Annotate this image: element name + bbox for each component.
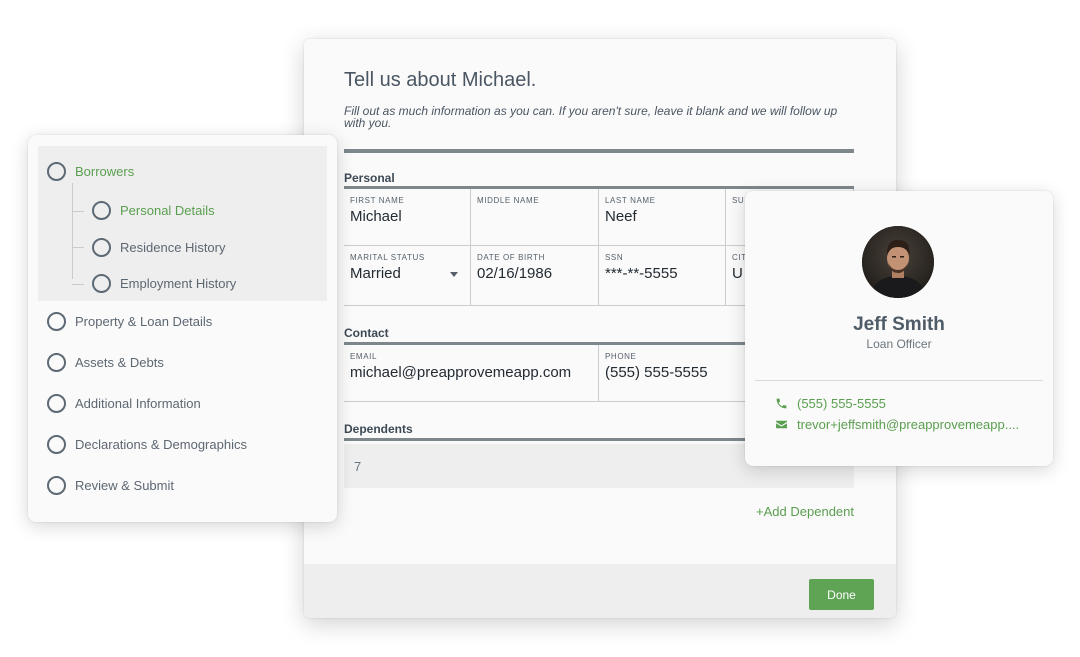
first-name-field[interactable]: First Name Michael: [344, 189, 471, 246]
phone-label: Phone: [605, 352, 637, 361]
first-name-value: Michael: [350, 208, 402, 225]
ssn-value: ***-**-5555: [605, 265, 678, 282]
officer-name: Jeff Smith: [853, 314, 945, 335]
nav-item-label: Review & Submit: [75, 478, 174, 493]
nav-item-label: Borrowers: [75, 164, 135, 179]
email-value: michael@preapprovemeapp.com: [350, 364, 572, 381]
form-title: Tell us about Michael.: [344, 69, 537, 91]
nav-tree-branch: [72, 284, 84, 285]
citizenship-value: U: [732, 265, 743, 282]
nav-item-residence-history[interactable]: Residence History: [92, 238, 226, 257]
officer-role: Loan Officer: [866, 337, 932, 351]
form-divider: [344, 149, 854, 153]
nav-item-assets-debts[interactable]: Assets & Debts: [47, 353, 164, 372]
step-circle-icon: [47, 162, 66, 181]
phone-icon: [776, 398, 787, 409]
email-label: Email: [350, 352, 378, 361]
form-subtitle: Fill out as much information as you can.…: [344, 104, 838, 130]
dependents-count-value: 7: [354, 459, 362, 474]
date-of-birth-field[interactable]: Date of Birth 02/16/1986: [471, 246, 599, 306]
envelope-icon: [776, 420, 787, 429]
last-name-field[interactable]: Last Name Neef: [599, 189, 726, 246]
date-of-birth-value: 02/16/1986: [477, 265, 553, 282]
step-circle-icon: [92, 274, 111, 293]
nav-tree-branch: [72, 247, 84, 248]
nav-item-review-submit[interactable]: Review & Submit: [47, 476, 174, 495]
avatar: [862, 226, 934, 298]
marital-status-select[interactable]: Marital Status Married: [344, 246, 471, 306]
officer-email-link[interactable]: trevor+jeffsmith@preapprovemeapp....: [775, 417, 1019, 432]
step-circle-icon: [92, 201, 111, 220]
first-name-label: First Name: [350, 196, 405, 205]
middle-name-field[interactable]: Middle Name: [471, 189, 599, 246]
form-footer: Done: [304, 564, 896, 618]
step-circle-icon: [47, 394, 66, 413]
step-circle-icon: [47, 353, 66, 372]
nav-item-label: Assets & Debts: [75, 355, 164, 370]
nav-item-additional-information[interactable]: Additional Information: [47, 394, 201, 413]
step-circle-icon: [47, 312, 66, 331]
step-circle-icon: [92, 238, 111, 257]
ssn-label: SSN: [605, 253, 624, 262]
last-name-label: Last Name: [605, 196, 656, 205]
nav-item-employment-history[interactable]: Employment History: [92, 274, 236, 293]
section-label-contact: Contact: [344, 326, 389, 340]
officer-phone-text: (555) 555-5555: [797, 396, 886, 411]
step-circle-icon: [47, 476, 66, 495]
nav-item-borrowers[interactable]: Borrowers: [47, 162, 134, 181]
officer-phone-link[interactable]: (555) 555-5555: [775, 396, 886, 411]
add-dependent-link[interactable]: +Add Dependent: [756, 504, 854, 519]
middle-name-label: Middle Name: [477, 196, 540, 205]
chevron-down-icon: [450, 272, 458, 277]
date-of-birth-label: Date of Birth: [477, 253, 545, 262]
nav-item-personal-details[interactable]: Personal Details: [92, 201, 215, 220]
nav-tree-branch: [72, 211, 84, 212]
nav-item-label: Residence History: [120, 240, 226, 255]
last-name-value: Neef: [605, 208, 637, 225]
loan-officer-card: Jeff Smith Loan Officer (555) 555-5555 t…: [745, 191, 1053, 466]
section-label-dependents: Dependents: [344, 422, 413, 436]
marital-status-label: Marital Status: [350, 253, 425, 262]
application-steps-nav: Borrowers Personal Details Residence His…: [28, 135, 337, 522]
nav-item-property-loan-details[interactable]: Property & Loan Details: [47, 312, 212, 331]
nav-item-declarations-demographics[interactable]: Declarations & Demographics: [47, 435, 247, 454]
officer-email-text: trevor+jeffsmith@preapprovemeapp....: [797, 417, 1020, 432]
email-field[interactable]: Email michael@preapprovemeapp.com: [344, 345, 599, 402]
nav-item-label: Personal Details: [120, 203, 215, 218]
done-button[interactable]: Done: [809, 579, 874, 610]
ssn-field[interactable]: SSN ***-**-5555: [599, 246, 726, 306]
section-label-personal: Personal: [344, 171, 395, 185]
person-portrait-icon: [862, 226, 934, 298]
nav-item-label: Additional Information: [75, 396, 201, 411]
officer-divider: [755, 380, 1043, 381]
nav-item-label: Employment History: [120, 276, 237, 291]
step-circle-icon: [47, 435, 66, 454]
marital-status-value: Married: [350, 265, 401, 282]
nav-tree-connector: [72, 183, 73, 279]
nav-item-label: Property & Loan Details: [75, 314, 213, 329]
phone-value: (555) 555-5555: [605, 364, 708, 381]
nav-item-label: Declarations & Demographics: [75, 437, 247, 452]
